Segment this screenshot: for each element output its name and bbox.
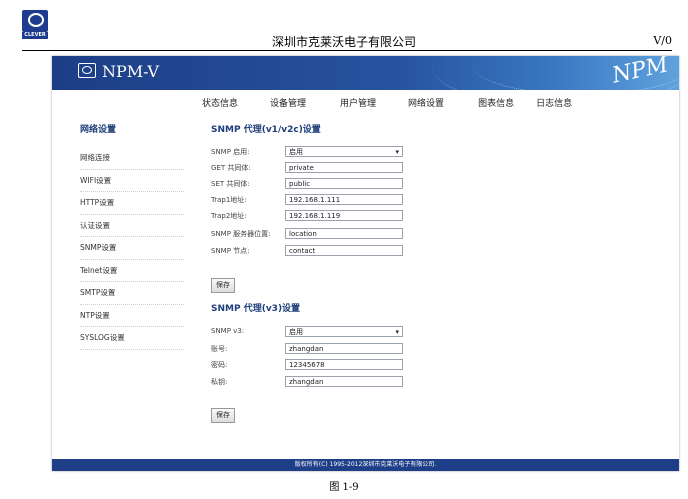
snmpv3-enable-select[interactable]: 启用	[285, 326, 403, 338]
clever-logo-icon	[22, 10, 48, 32]
doc-version: V/0	[653, 34, 672, 47]
trap2-address-input[interactable]: 192.168.1.119	[285, 210, 403, 221]
sidebar-item-http[interactable]: HTTP设置	[80, 192, 184, 215]
sidebar-item-wifi[interactable]: WIFI设置	[80, 170, 184, 192]
sidebar-item-ntp[interactable]: NTP设置	[80, 305, 184, 327]
field-label: Trap2地址:	[211, 212, 247, 220]
sidebar-item-auth[interactable]: 认证设置	[80, 215, 184, 237]
account-input[interactable]: zhangdan	[285, 343, 403, 354]
tab-charts[interactable]: 图表信息	[478, 96, 514, 109]
set-community-input[interactable]: public	[285, 178, 403, 189]
field-label: 密码:	[211, 361, 228, 369]
section-title-v1v2c: SNMP 代理(v1/v2c)设置	[211, 125, 321, 135]
top-nav: 状态信息 设备管理 用户管理 网络设置 图表信息 日志信息	[202, 96, 572, 109]
server-location-input[interactable]: location	[285, 228, 403, 239]
trap1-address-input[interactable]: 192.168.1.111	[285, 194, 403, 205]
field-label: SNMP 服务器位置:	[211, 230, 271, 238]
sidebar-item-smtp[interactable]: SMTP设置	[80, 282, 184, 305]
product-name: NPM-V	[102, 62, 159, 81]
field-label: Trap1地址:	[211, 196, 247, 204]
header-rule	[22, 50, 672, 51]
tab-network[interactable]: 网络设置	[408, 96, 444, 109]
sidebar-item-snmp[interactable]: SNMP设置	[80, 237, 184, 260]
save-button-v3[interactable]: 保存	[211, 408, 235, 423]
snmp-enable-select[interactable]: 启用	[285, 146, 403, 158]
app-footer: 版权所有(C) 1995-2012深圳市克莱沃电子有限公司.	[52, 459, 679, 471]
sidebar-item-network[interactable]: 网络连接	[80, 147, 184, 170]
app-window: NPM-V NPM 状态信息 设备管理 用户管理 网络设置 图表信息 日志信息 …	[52, 56, 679, 471]
field-label: SNMP v3:	[211, 327, 245, 335]
tab-status[interactable]: 状态信息	[202, 96, 238, 109]
get-community-input[interactable]: private	[285, 162, 403, 173]
field-label: SET 共同体:	[211, 180, 250, 188]
tab-device[interactable]: 设备管理	[270, 96, 306, 109]
sidebar-item-syslog[interactable]: SYSLOG设置	[80, 327, 184, 350]
field-label: SNMP 启用:	[211, 148, 250, 156]
field-label: 私钥:	[211, 378, 228, 386]
tab-logs[interactable]: 日志信息	[536, 96, 572, 109]
section-title-v3: SNMP 代理(v3)设置	[211, 304, 301, 314]
sidebar-item-telnet[interactable]: Telnet设置	[80, 260, 184, 282]
private-key-input[interactable]: zhangdan	[285, 376, 403, 387]
app-banner: NPM-V NPM	[52, 56, 679, 90]
clever-logo: CLEVER	[22, 10, 48, 39]
snmp-contact-input[interactable]: contact	[285, 245, 403, 256]
sidebar: 网络设置 网络连接 WIFI设置 HTTP设置 认证设置 SNMP设置 Teln…	[80, 122, 184, 350]
field-label: 账号:	[211, 345, 228, 353]
password-input[interactable]: 12345678	[285, 359, 403, 370]
product-logo-icon	[78, 63, 96, 78]
field-label: GET 共同体:	[211, 164, 251, 172]
sidebar-heading: 网络设置	[80, 125, 117, 135]
figure-caption: 图 1-9	[329, 482, 359, 493]
company-name: 深圳市克莱沃电子有限公司	[271, 35, 416, 49]
field-label: SNMP 节点:	[211, 247, 250, 255]
tab-users[interactable]: 用户管理	[340, 96, 376, 109]
save-button-v1v2c[interactable]: 保存	[211, 278, 235, 293]
